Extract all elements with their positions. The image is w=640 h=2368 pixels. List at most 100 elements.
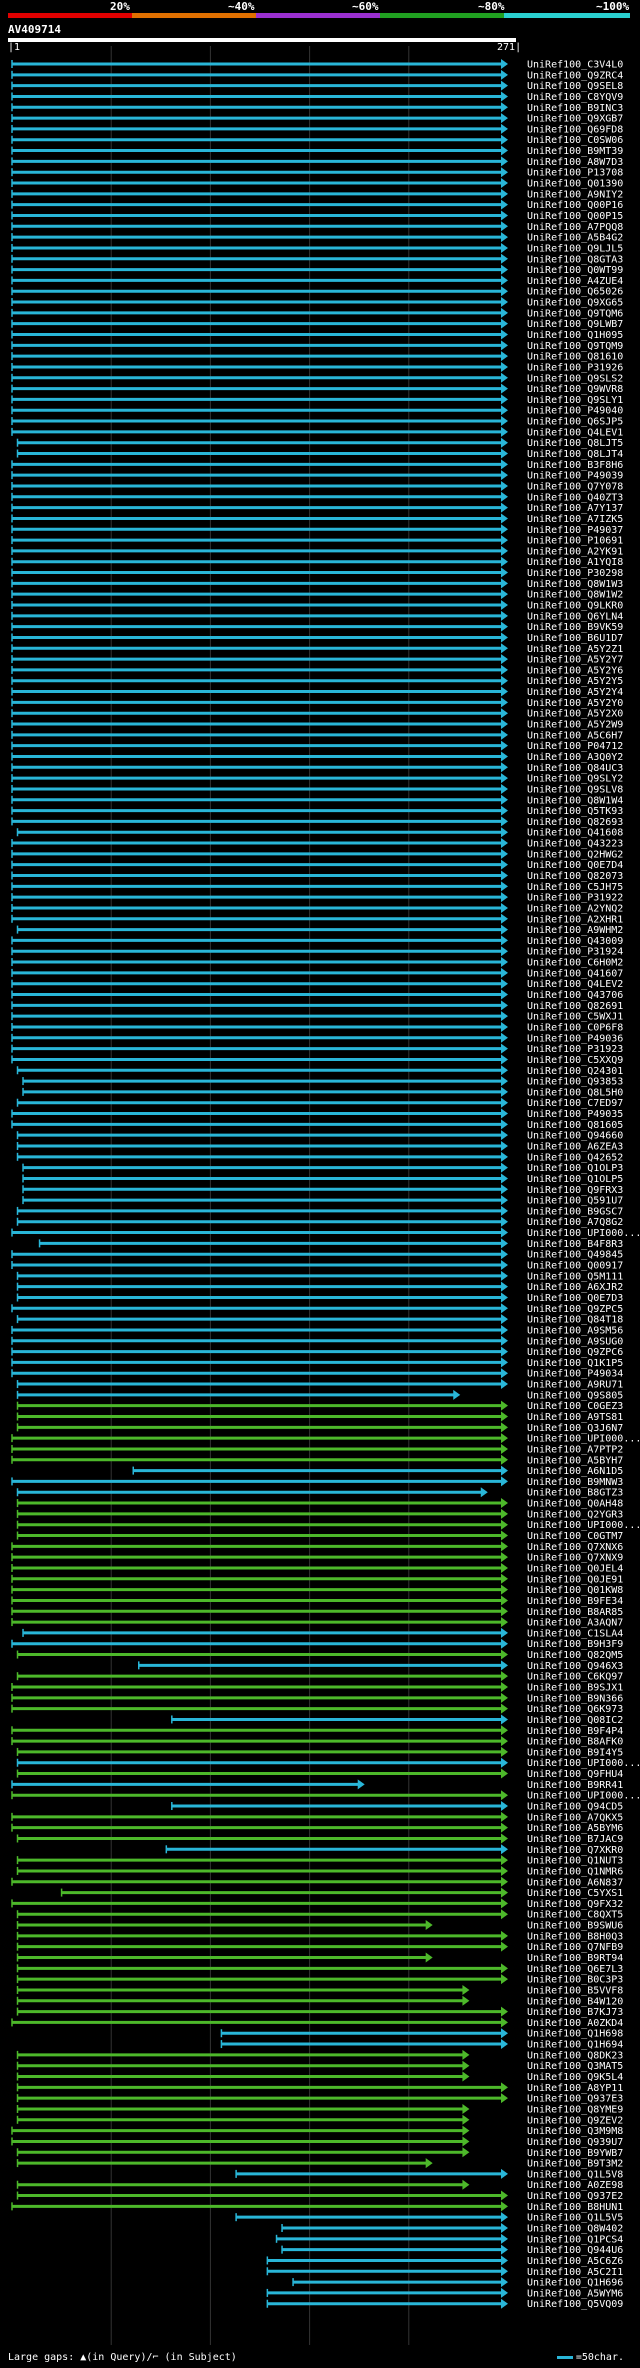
hit-label[interactable]: UniRef100_UPI000... [527,1791,640,1802]
hit-label[interactable]: UniRef100_A7PQQ8 [527,222,623,233]
hit-label[interactable]: UniRef100_Q9LWB7 [527,319,623,330]
hit-label[interactable]: UniRef100_Q1NUT3 [527,1856,623,1867]
hit-label[interactable]: UniRef100_P30298 [527,568,623,579]
hit-label[interactable]: UniRef100_A8W7D3 [527,157,623,168]
hit-label[interactable]: UniRef100_A2YNQ2 [527,903,623,914]
hit-label[interactable]: UniRef100_Q1L5V8 [527,2169,623,2180]
hit-label[interactable]: UniRef100_P31923 [527,1044,623,1055]
hit-label[interactable]: UniRef100_Q937E3 [527,2094,623,2105]
hit-label[interactable]: UniRef100_Q0WT99 [527,265,623,276]
hit-label[interactable]: UniRef100_A5Y2Y6 [527,665,623,676]
hit-label[interactable]: UniRef100_Q0E7D3 [527,1293,623,1304]
hit-label[interactable]: UniRef100_P49040 [527,406,623,417]
hit-label[interactable]: UniRef100_Q7XNX6 [527,1542,623,1553]
hit-label[interactable]: UniRef100_Q0JE91 [527,1574,623,1585]
hit-label[interactable]: UniRef100_B9MT39 [527,146,623,157]
hit-label[interactable]: UniRef100_Q9ZRC4 [527,70,623,81]
hit-label[interactable]: UniRef100_Q8W1W4 [527,795,623,806]
hit-label[interactable]: UniRef100_C6H0M2 [527,958,623,969]
hit-label[interactable]: UniRef100_A6N837 [527,1877,623,1888]
hit-label[interactable]: UniRef100_A5Y2Y5 [527,676,623,687]
hit-label[interactable]: UniRef100_Q2HWG2 [527,849,623,860]
hit-label[interactable]: UniRef100_A8YP11 [527,2083,623,2094]
hit-label[interactable]: UniRef100_P04712 [527,741,623,752]
hit-label[interactable]: UniRef100_Q9XG65 [527,298,623,309]
hit-label[interactable]: UniRef100_C5YXS1 [527,1888,623,1899]
hit-label[interactable]: UniRef100_Q8W1W2 [527,590,623,601]
hit-label[interactable]: UniRef100_P49035 [527,1109,623,1120]
hit-label[interactable]: UniRef100_A0ZE98 [527,2180,623,2191]
hit-label[interactable]: UniRef100_Q1K1P5 [527,1358,623,1369]
hit-label[interactable]: UniRef100_Q8LJT5 [527,438,623,449]
hit-label[interactable]: UniRef100_Q7XNX9 [527,1553,623,1564]
hit-label[interactable]: UniRef100_P13708 [527,168,623,179]
hit-label[interactable]: UniRef100_Q6SJP5 [527,417,623,428]
hit-label[interactable]: UniRef100_Q82QM5 [527,1650,623,1661]
hit-label[interactable]: UniRef100_Q591U7 [527,1196,623,1207]
hit-label[interactable]: UniRef100_B9GSC7 [527,1206,623,1217]
hit-label[interactable]: UniRef100_Q81610 [527,352,623,363]
hit-label[interactable]: UniRef100_A7QKX5 [527,1812,623,1823]
hit-label[interactable]: UniRef100_Q944U6 [527,2245,623,2256]
hit-label[interactable]: UniRef100_Q9ZPC5 [527,1304,623,1315]
hit-label[interactable]: UniRef100_A4ZUE4 [527,276,623,287]
hit-label[interactable]: UniRef100_Q00917 [527,1261,623,1272]
hit-label[interactable]: UniRef100_A6N1D5 [527,1466,623,1477]
hit-label[interactable]: UniRef100_P31922 [527,893,623,904]
hit-label[interactable]: UniRef100_B4F8R3 [527,1239,623,1250]
hit-label[interactable]: UniRef100_C0GEZ3 [527,1401,623,1412]
hit-label[interactable]: UniRef100_B9YWB7 [527,2148,623,2159]
hit-label[interactable]: UniRef100_Q94660 [527,1131,623,1142]
hit-label[interactable]: UniRef100_Q01390 [527,179,623,190]
hit-label[interactable]: UniRef100_Q43009 [527,936,623,947]
hit-label[interactable]: UniRef100_Q946X3 [527,1661,623,1672]
hit-label[interactable]: UniRef100_A5BYM6 [527,1823,623,1834]
hit-label[interactable]: UniRef100_C0SW06 [527,135,623,146]
hit-label[interactable]: UniRef100_Q7NFB9 [527,1942,623,1953]
hit-label[interactable]: UniRef100_B3F8H6 [527,460,623,471]
hit-label[interactable]: UniRef100_A2YK91 [527,546,623,557]
hit-label[interactable]: UniRef100_Q9SLY2 [527,774,623,785]
hit-label[interactable]: UniRef100_Q9SLV8 [527,784,623,795]
hit-label[interactable]: UniRef100_A6ZEA3 [527,1142,623,1153]
hit-label[interactable]: UniRef100_A7Y137 [527,503,623,514]
hit-label[interactable]: UniRef100_Q65026 [527,287,623,298]
hit-label[interactable]: UniRef100_A5C6Z6 [527,2256,623,2267]
hit-label[interactable]: UniRef100_Q9FHU4 [527,1769,623,1780]
hit-label[interactable]: UniRef100_Q5VQ09 [527,2299,623,2310]
hit-label[interactable]: UniRef100_Q1NMR6 [527,1866,623,1877]
hit-label[interactable]: UniRef100_Q8LJT4 [527,449,623,460]
hit-label[interactable]: UniRef100_UPI000... [527,1520,640,1531]
hit-label[interactable]: UniRef100_C8YQV9 [527,92,623,103]
hit-label[interactable]: UniRef100_Q1OLP3 [527,1163,623,1174]
hit-label[interactable]: UniRef100_B9SWU6 [527,1921,623,1932]
hit-label[interactable]: UniRef100_A5Y2Z1 [527,644,623,655]
hit-label[interactable]: UniRef100_A9TS81 [527,1412,623,1423]
hit-label[interactable]: UniRef100_Q43223 [527,839,623,850]
hit-label[interactable]: UniRef100_B9RR41 [527,1780,623,1791]
hit-label[interactable]: UniRef100_Q0JEL4 [527,1563,623,1574]
hit-label[interactable]: UniRef100_Q1H095 [527,330,623,341]
hit-label[interactable]: UniRef100_B6U1D7 [527,633,623,644]
hit-label[interactable]: UniRef100_P31924 [527,947,623,958]
hit-label[interactable]: UniRef100_B9H3F9 [527,1639,623,1650]
hit-label[interactable]: UniRef100_C8QXT5 [527,1910,623,1921]
hit-label[interactable]: UniRef100_B8HUN1 [527,2202,623,2213]
hit-label[interactable]: UniRef100_B4W120 [527,1996,623,2007]
hit-label[interactable]: UniRef100_Q0E7D4 [527,860,623,871]
hit-label[interactable]: UniRef100_A1YQI8 [527,557,623,568]
hit-label[interactable]: UniRef100_A2XHR1 [527,914,623,925]
hit-label[interactable]: UniRef100_Q01KW8 [527,1585,623,1596]
hit-label[interactable]: UniRef100_Q49845 [527,1250,623,1261]
hit-label[interactable]: UniRef100_Q1H698 [527,2029,623,2040]
hit-label[interactable]: UniRef100_P31926 [527,362,623,373]
hit-label[interactable]: UniRef100_Q00P16 [527,200,623,211]
hit-label[interactable]: UniRef100_Q5TK93 [527,806,623,817]
hit-label[interactable]: UniRef100_B7KJ73 [527,2007,623,2018]
hit-label[interactable]: UniRef100_Q8W402 [527,2224,623,2235]
hit-label[interactable]: UniRef100_A9NIY2 [527,189,623,200]
hit-label[interactable]: UniRef100_B9RT94 [527,1953,623,1964]
hit-label[interactable]: UniRef100_Q939U7 [527,2137,623,2148]
hit-label[interactable]: UniRef100_Q937E2 [527,2191,623,2202]
hit-label[interactable]: UniRef100_Q7Y078 [527,481,623,492]
